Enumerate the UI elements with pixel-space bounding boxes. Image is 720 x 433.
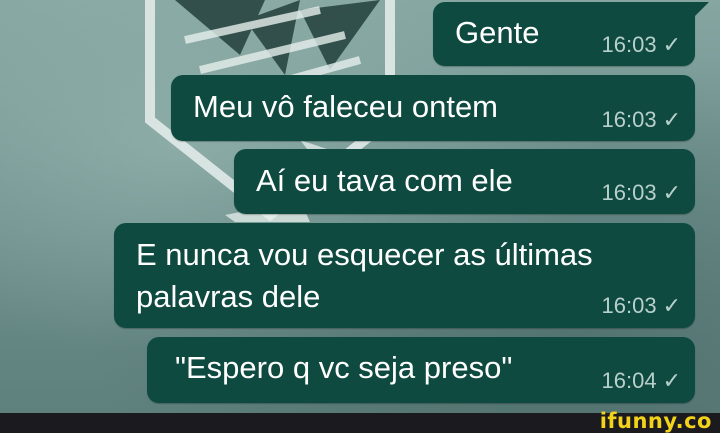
message-time: 16:04 xyxy=(601,368,657,393)
chat-screenshot: Gente 16:03 ✓ Meu vô faleceu ontem 16:03 ✓… xyxy=(0,0,720,433)
message-text: Meu vô faleceu ontem xyxy=(193,89,499,124)
message-text: Gente xyxy=(455,15,540,50)
sent-check-icon: ✓ xyxy=(662,107,681,132)
message-list: Gente 16:03 ✓ Meu vô faleceu ontem 16:03 ✓… xyxy=(0,0,720,413)
message-text-line: E nunca vou esquecer as últimas xyxy=(136,237,593,272)
message-meta: 16:04 ✓ xyxy=(602,368,682,394)
sent-check-icon: ✓ xyxy=(662,368,681,393)
message-time: 16:03 xyxy=(601,107,657,132)
message-bubble[interactable]: Aí eu tava com ele 16:03 ✓ xyxy=(234,149,695,214)
message-text: Aí eu tava com ele xyxy=(256,163,513,198)
sent-check-icon: ✓ xyxy=(662,293,681,318)
message-time: 16:03 xyxy=(601,180,657,205)
message-text: "Espero q vc seja preso" xyxy=(175,350,513,385)
sent-check-icon: ✓ xyxy=(662,32,681,57)
message-bubble[interactable]: "Espero q vc seja preso" 16:04 ✓ xyxy=(147,337,695,403)
message-text-line: palavras dele xyxy=(136,279,321,314)
message-time: 16:03 xyxy=(601,293,657,318)
bubble-tail xyxy=(695,2,709,16)
watermark-bar: ifunny.co xyxy=(0,409,720,433)
message-meta: 16:03 ✓ xyxy=(602,32,682,58)
message-bubble[interactable]: E nunca vou esquecer as últimas palavras… xyxy=(114,223,695,328)
message-meta: 16:03 ✓ xyxy=(602,180,682,206)
message-bubble[interactable]: Gente 16:03 ✓ xyxy=(433,2,695,66)
message-meta: 16:03 ✓ xyxy=(602,293,682,319)
sent-check-icon: ✓ xyxy=(662,180,681,205)
message-meta: 16:03 ✓ xyxy=(602,107,682,133)
message-bubble[interactable]: Meu vô faleceu ontem 16:03 ✓ xyxy=(171,75,695,141)
ifunny-watermark: ifunny.co xyxy=(599,409,712,433)
message-time: 16:03 xyxy=(601,32,657,57)
